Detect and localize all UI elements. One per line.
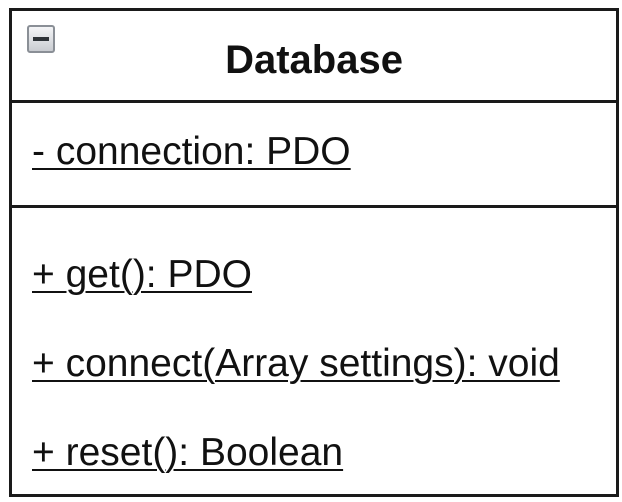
class-header: Database [12, 11, 616, 103]
class-name: Database [225, 38, 403, 82]
attribute-connection: - connection: PDO [32, 130, 351, 173]
operations-compartment: + get(): PDO + connect(Array settings): … [12, 208, 616, 494]
operation-connect: + connect(Array settings): void [32, 342, 560, 385]
operation-get: + get(): PDO [32, 253, 252, 296]
operation-reset: + reset(): Boolean [32, 431, 344, 474]
uml-class-box: Database - connection: PDO + get(): PDO … [9, 8, 619, 497]
attributes-compartment: - connection: PDO [12, 103, 616, 208]
